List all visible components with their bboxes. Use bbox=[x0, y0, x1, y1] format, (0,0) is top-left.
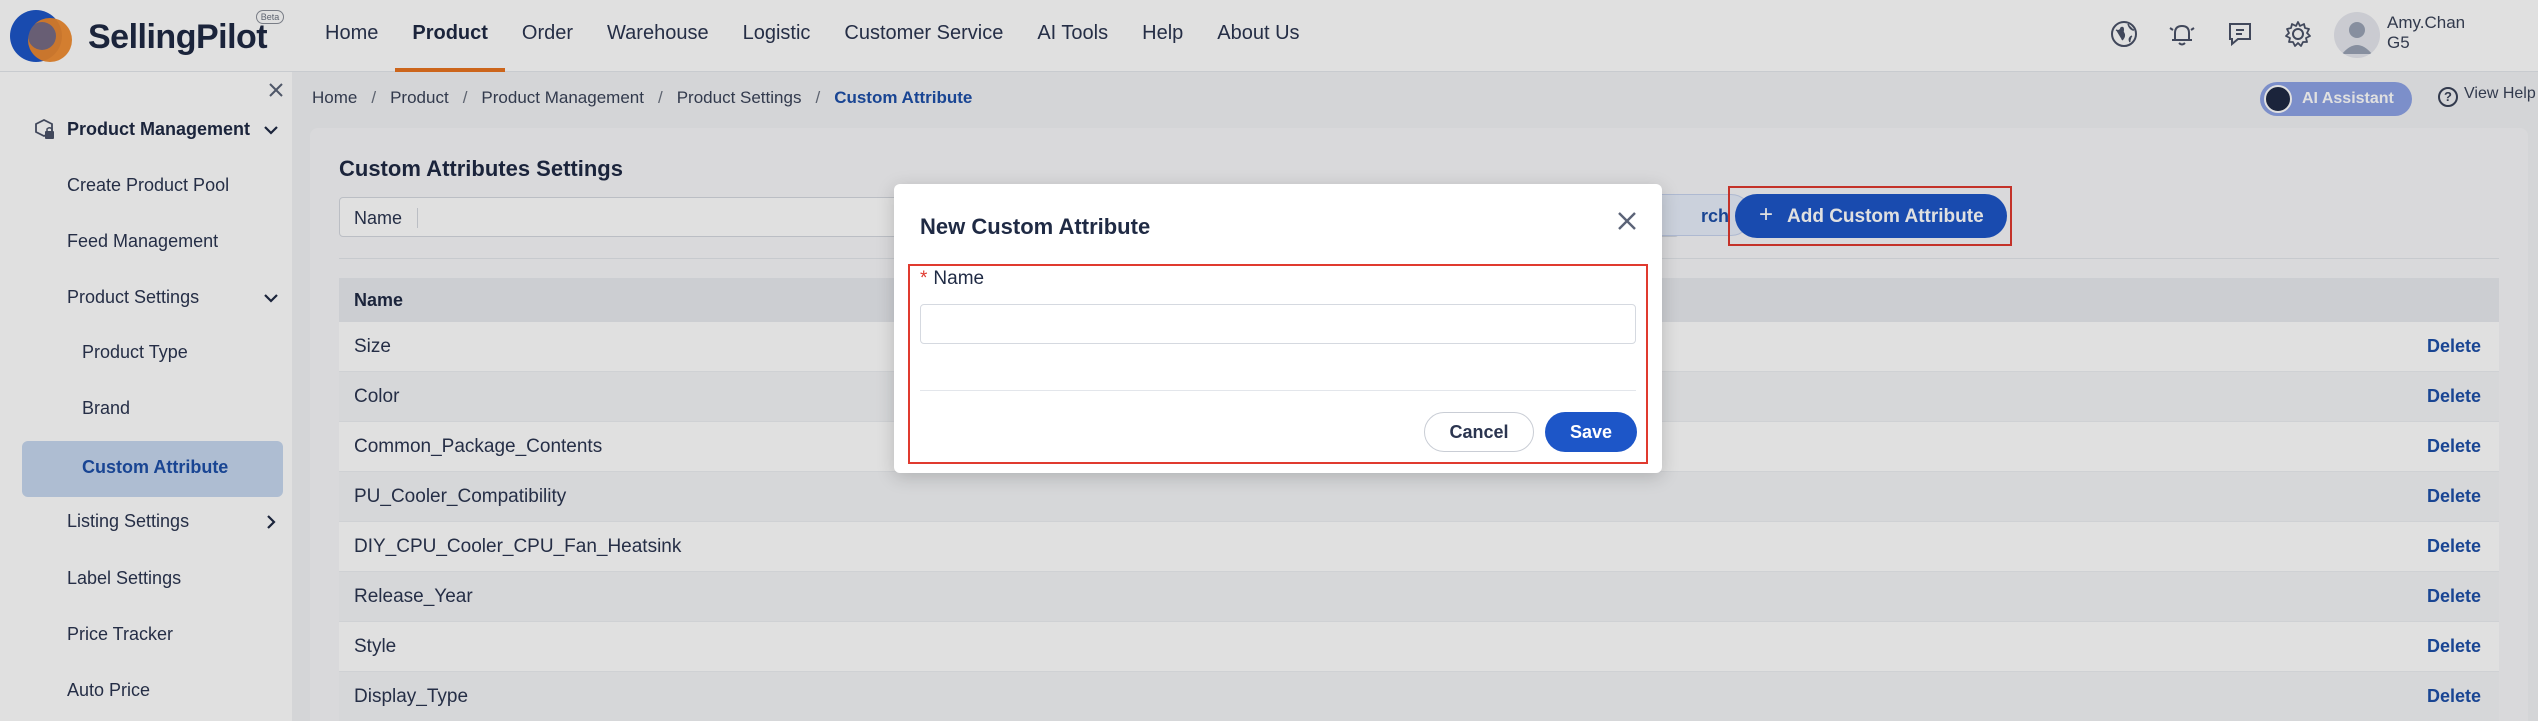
dialog-title: New Custom Attribute bbox=[920, 214, 1151, 239]
form-highlight bbox=[908, 264, 1648, 464]
save-button[interactable]: Save bbox=[1545, 412, 1637, 452]
close-icon[interactable] bbox=[1614, 208, 1640, 234]
name-field-label: * Name bbox=[920, 268, 984, 290]
new-custom-attribute-dialog: New Custom Attribute * Name Cancel Save bbox=[894, 184, 1662, 473]
dialog-divider bbox=[920, 390, 1636, 391]
name-input[interactable] bbox=[920, 304, 1636, 344]
name-field-label-text: Name bbox=[933, 268, 985, 289]
cancel-button[interactable]: Cancel bbox=[1424, 412, 1534, 452]
required-mark: * bbox=[920, 268, 928, 289]
